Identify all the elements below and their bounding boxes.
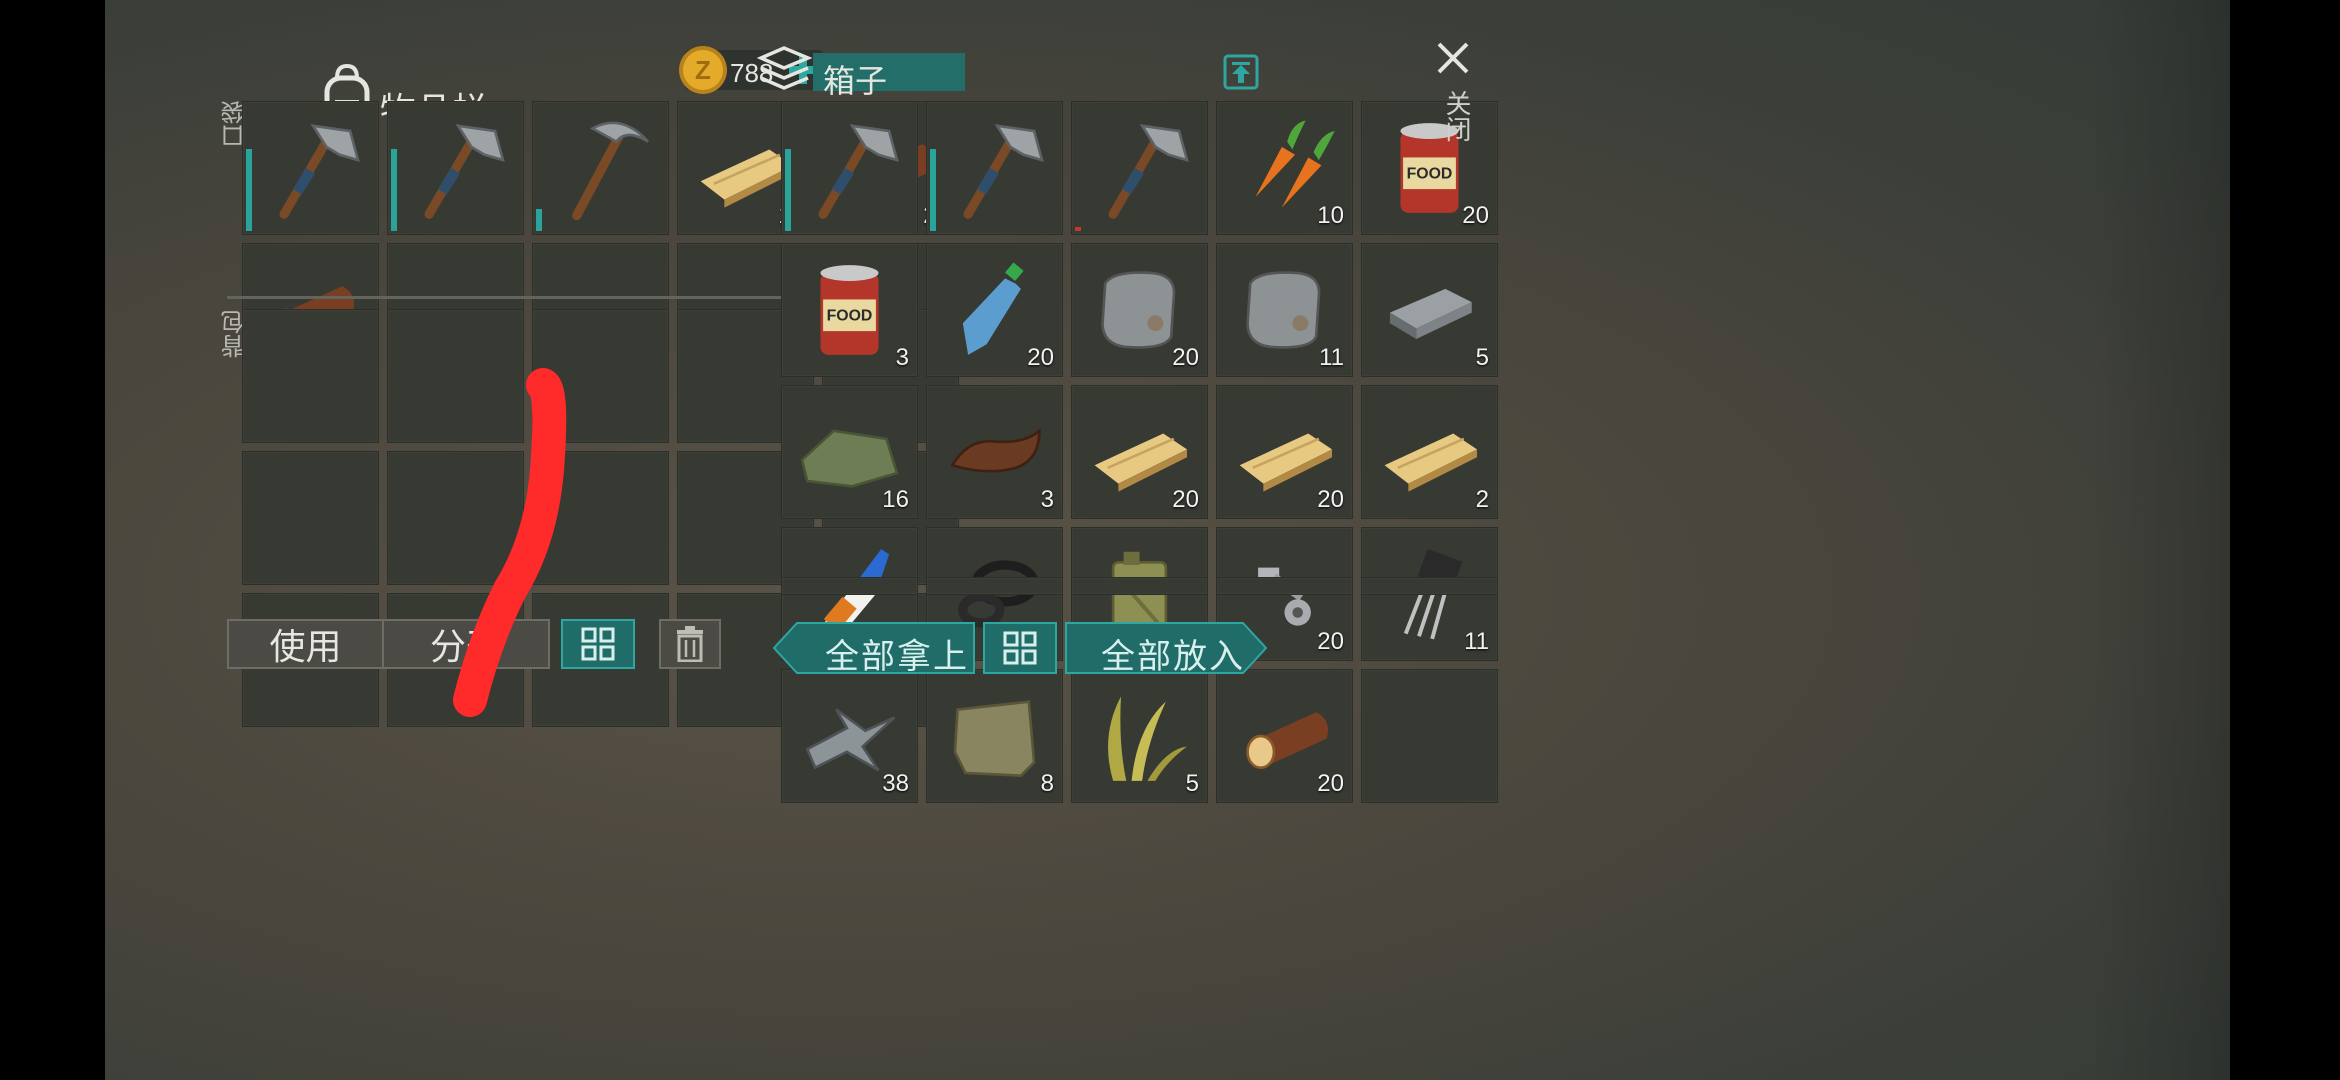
red-annotation-stroke [453,368,567,717]
game-screen: 物品栏 Z 788 口袋 132010 背包 使用 分开 [105,0,2230,1080]
